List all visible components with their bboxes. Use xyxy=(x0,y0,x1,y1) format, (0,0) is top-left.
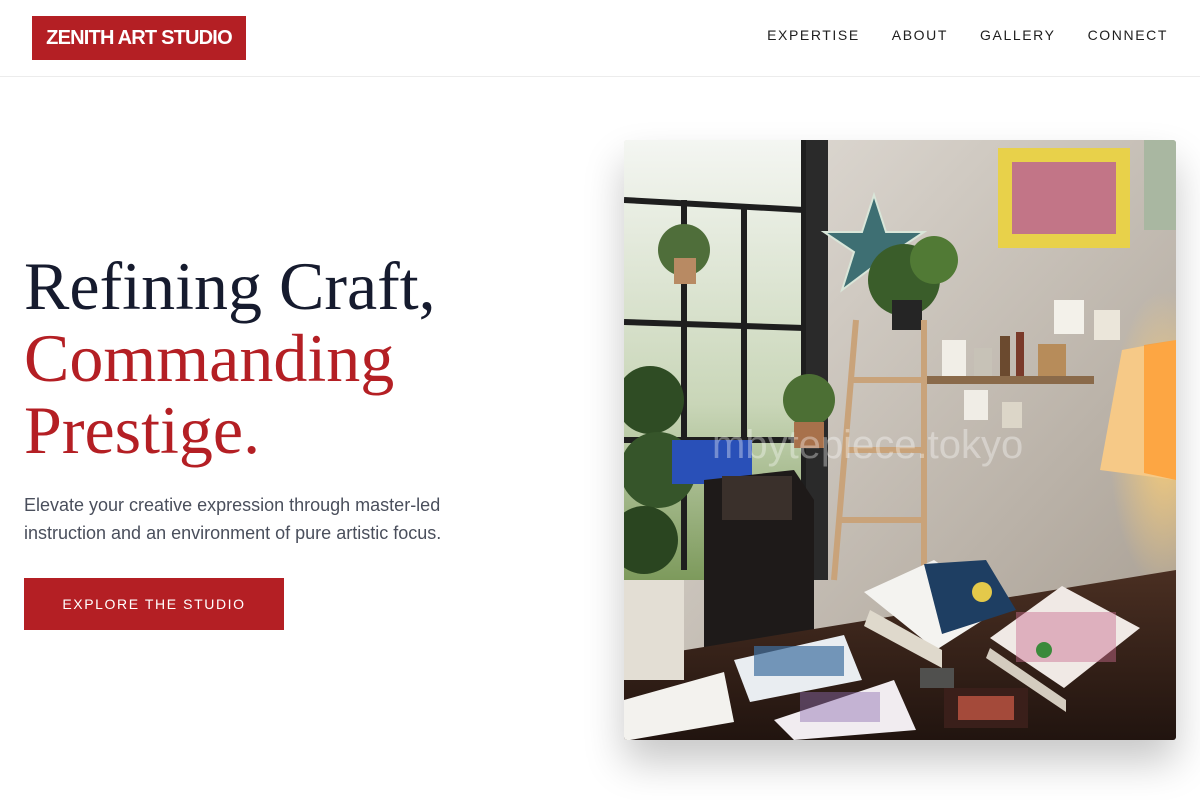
site-header: ZENITH ART STUDIO EXPERTISE ABOUT GALLER… xyxy=(0,0,1200,77)
hero-title-line-2: Commanding xyxy=(24,320,395,396)
hero-subtitle: Elevate your creative expression through… xyxy=(24,495,442,543)
hero-title: Refining Craft, Commanding Prestige. xyxy=(24,250,584,466)
nav-link-expertise[interactable]: EXPERTISE xyxy=(767,27,860,43)
nav-link-gallery[interactable]: GALLERY xyxy=(980,27,1056,43)
hero-title-line-3: Prestige. xyxy=(24,392,261,468)
logo[interactable]: ZENITH ART STUDIO xyxy=(32,16,246,60)
photo-watermark: mbytepiece.tokyo xyxy=(712,423,1023,467)
explore-studio-button[interactable]: EXPLORE THE STUDIO xyxy=(24,578,284,630)
nav-link-connect[interactable]: CONNECT xyxy=(1088,27,1168,43)
nav-link-about[interactable]: ABOUT xyxy=(892,27,948,43)
studio-photo: mbytepiece.tokyo xyxy=(624,140,1176,740)
hero-title-line-1: Refining Craft, xyxy=(24,248,436,324)
main-nav: EXPERTISE ABOUT GALLERY CONNECT xyxy=(767,27,1168,43)
